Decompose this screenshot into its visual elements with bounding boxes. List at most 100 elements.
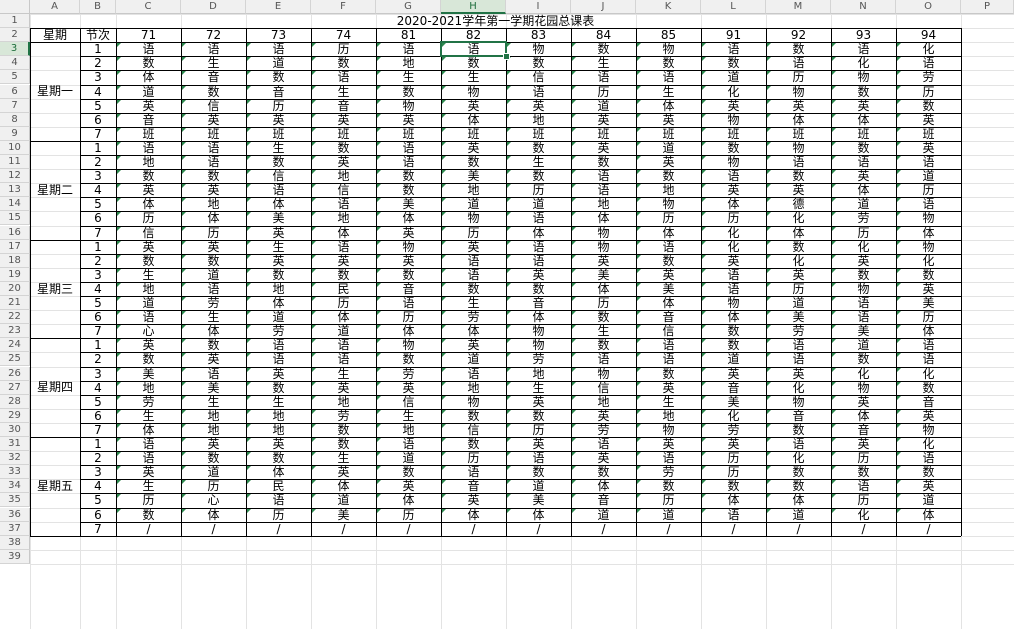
subject-cell[interactable]: 班 bbox=[571, 127, 636, 141]
subject-cell[interactable]: 数 bbox=[766, 42, 831, 56]
subject-cell[interactable]: / bbox=[116, 522, 181, 536]
subject-cell[interactable]: 道 bbox=[896, 493, 961, 507]
subject-cell[interactable]: 历 bbox=[311, 42, 376, 56]
column-header-P[interactable]: P bbox=[961, 0, 1014, 14]
subject-cell[interactable]: 信 bbox=[116, 226, 181, 240]
subject-cell[interactable]: 地 bbox=[311, 211, 376, 225]
column-header-C[interactable]: C bbox=[116, 0, 181, 14]
subject-cell[interactable]: 体 bbox=[831, 409, 896, 423]
row-header-10[interactable]: 10 bbox=[0, 140, 30, 155]
subject-cell[interactable]: 物 bbox=[571, 240, 636, 254]
subject-cell[interactable]: 英 bbox=[831, 99, 896, 113]
row-header-6[interactable]: 6 bbox=[0, 84, 30, 99]
subject-cell[interactable]: 道 bbox=[831, 197, 896, 211]
subject-cell[interactable]: 数 bbox=[181, 338, 246, 352]
subject-cell[interactable]: 历 bbox=[766, 70, 831, 84]
subject-cell[interactable]: 地 bbox=[636, 409, 701, 423]
subject-cell[interactable]: 数 bbox=[246, 70, 311, 84]
row-header-37[interactable]: 37 bbox=[0, 521, 30, 536]
subject-cell[interactable]: 道 bbox=[376, 451, 441, 465]
subject-cell[interactable]: 历 bbox=[116, 493, 181, 507]
subject-cell[interactable]: 英 bbox=[441, 240, 506, 254]
period-cell[interactable]: 2 bbox=[80, 155, 116, 169]
subject-cell[interactable]: 英 bbox=[701, 254, 766, 268]
subject-cell[interactable]: 语 bbox=[181, 141, 246, 155]
subject-cell[interactable]: 化 bbox=[701, 240, 766, 254]
subject-cell[interactable]: 语 bbox=[636, 352, 701, 366]
subject-cell[interactable]: 美 bbox=[831, 324, 896, 338]
subject-cell[interactable]: 数 bbox=[116, 56, 181, 70]
subject-cell[interactable]: 物 bbox=[701, 113, 766, 127]
subject-cell[interactable]: 历 bbox=[311, 296, 376, 310]
subject-cell[interactable]: 生 bbox=[636, 395, 701, 409]
header-class-cell[interactable]: 92 bbox=[766, 28, 831, 42]
subject-cell[interactable]: 数 bbox=[506, 409, 571, 423]
subject-cell[interactable]: 英 bbox=[831, 254, 896, 268]
subject-cell[interactable]: 美 bbox=[571, 268, 636, 282]
column-header-D[interactable]: D bbox=[181, 0, 246, 14]
subject-cell[interactable]: 数 bbox=[441, 282, 506, 296]
header-class-cell[interactable]: 71 bbox=[116, 28, 181, 42]
subject-cell[interactable]: 语 bbox=[571, 183, 636, 197]
subject-cell[interactable]: 数 bbox=[311, 56, 376, 70]
subject-cell[interactable]: 英 bbox=[441, 493, 506, 507]
subject-cell[interactable]: 数 bbox=[701, 56, 766, 70]
row-header-18[interactable]: 18 bbox=[0, 253, 30, 268]
subject-cell[interactable]: 音 bbox=[441, 479, 506, 493]
subject-cell[interactable]: 物 bbox=[831, 282, 896, 296]
subject-cell[interactable]: 生 bbox=[636, 85, 701, 99]
subject-cell[interactable]: 数 bbox=[441, 56, 506, 70]
subject-cell[interactable]: 语 bbox=[701, 508, 766, 522]
subject-cell[interactable]: 道 bbox=[571, 99, 636, 113]
subject-cell[interactable]: 语 bbox=[831, 310, 896, 324]
subject-cell[interactable]: 语 bbox=[116, 42, 181, 56]
subject-cell[interactable]: / bbox=[701, 522, 766, 536]
subject-cell[interactable]: 英 bbox=[831, 395, 896, 409]
column-header-B[interactable]: B bbox=[80, 0, 116, 14]
subject-cell[interactable]: 语 bbox=[766, 437, 831, 451]
row-header-36[interactable]: 36 bbox=[0, 507, 30, 522]
subject-cell[interactable]: 道 bbox=[311, 324, 376, 338]
subject-cell[interactable]: 历 bbox=[246, 99, 311, 113]
subject-cell[interactable]: / bbox=[376, 522, 441, 536]
subject-cell[interactable]: 美 bbox=[181, 381, 246, 395]
subject-cell[interactable]: 数 bbox=[571, 155, 636, 169]
row-header-28[interactable]: 28 bbox=[0, 394, 30, 409]
subject-cell[interactable]: 数 bbox=[376, 268, 441, 282]
subject-cell[interactable]: / bbox=[896, 522, 961, 536]
subject-cell[interactable]: 英 bbox=[896, 141, 961, 155]
subject-cell[interactable]: 道 bbox=[636, 141, 701, 155]
day-label-cell[interactable]: 星期四 bbox=[30, 338, 80, 437]
subject-cell[interactable]: 数 bbox=[181, 169, 246, 183]
period-cell[interactable]: 5 bbox=[80, 395, 116, 409]
subject-cell[interactable]: 历 bbox=[506, 183, 571, 197]
subject-cell[interactable]: 体 bbox=[116, 197, 181, 211]
subject-cell[interactable]: 体 bbox=[181, 508, 246, 522]
subject-cell[interactable]: 物 bbox=[376, 99, 441, 113]
column-header-F[interactable]: F bbox=[311, 0, 376, 14]
period-cell[interactable]: 5 bbox=[80, 197, 116, 211]
subject-cell[interactable]: 数 bbox=[246, 155, 311, 169]
subject-cell[interactable]: 语 bbox=[831, 479, 896, 493]
subject-cell[interactable]: 体 bbox=[311, 479, 376, 493]
column-header-A[interactable]: A bbox=[30, 0, 80, 14]
subject-cell[interactable]: 语 bbox=[506, 451, 571, 465]
subject-cell[interactable]: 道 bbox=[441, 197, 506, 211]
subject-cell[interactable]: 数 bbox=[311, 423, 376, 437]
subject-cell[interactable]: 地 bbox=[116, 381, 181, 395]
subject-cell[interactable]: 英 bbox=[506, 395, 571, 409]
period-cell[interactable]: 2 bbox=[80, 254, 116, 268]
subject-cell[interactable]: 英 bbox=[181, 352, 246, 366]
subject-cell[interactable]: 语 bbox=[441, 254, 506, 268]
subject-cell[interactable]: 数 bbox=[441, 155, 506, 169]
subject-cell[interactable]: 劳 bbox=[506, 352, 571, 366]
subject-cell[interactable]: 语 bbox=[441, 465, 506, 479]
row-header-39[interactable]: 39 bbox=[0, 549, 30, 564]
subject-cell[interactable]: 美 bbox=[701, 395, 766, 409]
period-cell[interactable]: 6 bbox=[80, 113, 116, 127]
subject-cell[interactable]: 音 bbox=[896, 395, 961, 409]
row-header-14[interactable]: 14 bbox=[0, 197, 30, 212]
subject-cell[interactable]: 数 bbox=[441, 437, 506, 451]
subject-cell[interactable]: 历 bbox=[701, 451, 766, 465]
subject-cell[interactable]: 英 bbox=[701, 99, 766, 113]
